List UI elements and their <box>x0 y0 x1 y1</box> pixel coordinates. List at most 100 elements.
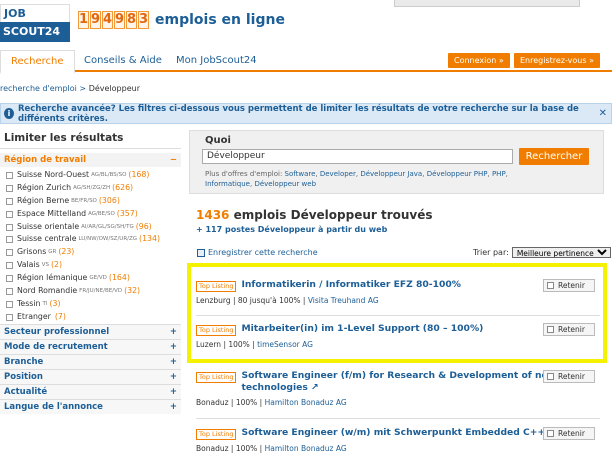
region-filter-label: Région de travail <box>4 155 87 165</box>
job-listing[interactable]: Top Listing Software Engineer (f/m) for R… <box>196 370 601 407</box>
save-job-button[interactable]: Retenir <box>543 370 595 383</box>
filter-langue[interactable]: Langue de l'annonce + <box>0 398 181 415</box>
region-item[interactable]: Etranger (7) <box>0 311 181 324</box>
checkbox[interactable] <box>6 262 13 270</box>
checkbox[interactable] <box>6 300 13 308</box>
save-job-button[interactable]: Retenir <box>543 279 595 292</box>
job-title[interactable]: Software Engineer (w/m) mit Schwerpunkt … <box>241 427 556 439</box>
expand-icon[interactable]: + <box>170 370 177 385</box>
region-label: Grisons <box>17 247 47 257</box>
region-filter-header[interactable]: Région de travail − <box>0 153 181 167</box>
save-job-button[interactable]: Retenir <box>543 323 595 336</box>
checkbox[interactable] <box>547 326 554 333</box>
counter-digits: 1 9 4 9 8 3 <box>78 11 149 29</box>
job-company[interactable]: Hamilton Bonaduz AG <box>265 398 347 407</box>
job-company[interactable]: Hamilton Bonaduz AG <box>265 444 347 453</box>
job-title[interactable]: Mitarbeiter(in) im 1-Level Support (80 –… <box>241 323 483 335</box>
job-location-rate: Lenzburg | 80 jusqu'à 100% | <box>196 296 308 305</box>
region-item[interactable]: Région Zurich AG/SH/ZG/ZH (626) <box>0 182 181 195</box>
checkbox[interactable] <box>6 223 13 231</box>
save-job-label: Retenir <box>558 325 585 334</box>
filter-label: Secteur professionnel <box>4 326 110 337</box>
collapse-icon[interactable]: − <box>170 153 177 167</box>
job-meta: Lenzburg | 80 jusqu'à 100% | Visita Treu… <box>196 296 601 305</box>
job-location-rate: Luzern | 100% | <box>196 340 258 349</box>
breadcrumb-link[interactable]: recherche d'emploi <box>0 84 77 93</box>
checkbox[interactable] <box>6 313 13 321</box>
region-item[interactable]: Grisons GR (23) <box>0 246 181 259</box>
expand-icon[interactable]: + <box>170 400 177 415</box>
close-icon[interactable]: ✕ <box>599 108 607 119</box>
region-item[interactable]: Tessin TI (3) <box>0 298 181 311</box>
region-item[interactable]: Suisse centrale LU/NW/OW/SZ/UR/ZG (134) <box>0 233 181 246</box>
suggest-link[interactable]: Informatique <box>205 180 250 188</box>
divider <box>196 418 600 419</box>
filter-branche[interactable]: Branche + <box>0 353 181 370</box>
tab-conseils-aide[interactable]: Conseils & Aide <box>74 50 172 72</box>
tab-mon-jobscout24[interactable]: Mon JobScout24 <box>166 50 267 72</box>
suggest-link[interactable]: PHP <box>492 170 506 178</box>
region-item[interactable]: Suisse Nord-Ouest AG/BL/BS/SO (168) <box>0 169 181 182</box>
checkbox[interactable] <box>547 282 554 289</box>
site-logo[interactable]: JOB SCOUT24 <box>0 4 70 42</box>
expand-icon[interactable]: + <box>170 340 177 355</box>
region-item[interactable]: Espace Mittelland AG/BE/SO (357) <box>0 208 181 221</box>
expand-icon[interactable]: + <box>170 355 177 370</box>
checkbox[interactable] <box>6 184 13 192</box>
tab-recherche[interactable]: Recherche <box>0 50 75 74</box>
checkbox[interactable] <box>6 171 13 179</box>
job-listing[interactable]: Top Listing Mitarbeiter(in) im 1-Level Su… <box>196 323 601 349</box>
filter-label: Branche <box>4 356 44 367</box>
job-title[interactable]: Informatikerin / Informatiker EFZ 80-100… <box>241 279 461 291</box>
checkbox[interactable] <box>6 249 13 257</box>
checkbox[interactable] <box>6 210 13 218</box>
save-search-link[interactable]: Enregistrer cette recherche <box>197 248 318 257</box>
register-button[interactable]: Enregistrez-vous » <box>514 53 600 68</box>
expand-icon[interactable]: + <box>170 325 177 340</box>
login-button[interactable]: Connexion » <box>448 53 510 68</box>
suggest-link[interactable]: Software <box>285 170 316 178</box>
suggest-link[interactable]: Développeur PHP <box>427 170 488 178</box>
checkbox[interactable] <box>6 197 13 205</box>
region-label: Espace Mittelland <box>17 208 87 218</box>
region-item[interactable]: Valais VS (2) <box>0 259 181 272</box>
region-cantons: AI/AR/GL/SG/SH/TG <box>81 223 134 230</box>
search-button[interactable]: Rechercher <box>519 148 589 165</box>
job-company[interactable]: Visita Treuhand AG <box>308 296 379 305</box>
region-cantons: TI <box>42 300 48 307</box>
checkbox[interactable] <box>547 430 554 437</box>
job-listing[interactable]: Top Listing Informatikerin / Informatiker… <box>196 279 601 305</box>
top-listing-badge: Top Listing <box>196 281 237 292</box>
region-count: (306) <box>98 195 120 205</box>
filter-actualite[interactable]: Actualité + <box>0 383 181 400</box>
save-job-button[interactable]: Retenir <box>543 427 595 440</box>
job-company[interactable]: timeSensor AG <box>257 340 313 349</box>
search-input[interactable]: Développeur <box>202 149 513 164</box>
checkbox[interactable] <box>6 236 13 244</box>
filter-mode-de-recrutement[interactable]: Mode de recrutement + <box>0 338 181 355</box>
checkbox[interactable] <box>6 287 13 295</box>
suggest-link[interactable]: Développeur Java <box>360 170 422 178</box>
checkbox[interactable] <box>6 275 13 283</box>
suggest-link[interactable]: Développeur web <box>254 180 316 188</box>
expand-icon[interactable]: + <box>170 385 177 400</box>
checkbox[interactable] <box>547 373 554 380</box>
job-meta: Luzern | 100% | timeSensor AG <box>196 340 601 349</box>
filter-position[interactable]: Position + <box>0 368 181 385</box>
region-item[interactable]: Région lémanique GE/VD (164) <box>0 272 181 285</box>
divider <box>196 315 600 316</box>
job-listing[interactable]: Top Listing Software Engineer (w/m) mit S… <box>196 427 601 453</box>
region-item[interactable]: Nord Romandie FR/JU/NE/BE/VD (32) <box>0 285 181 298</box>
info-text: Recherche avancée? Les filtres ci-dessou… <box>17 103 579 124</box>
region-item[interactable]: Suisse orientale AI/AR/GL/SG/SH/TG (96) <box>0 221 181 234</box>
sort-label: Trier par: <box>473 248 509 257</box>
region-count: (96) <box>135 221 152 231</box>
results-web-count[interactable]: + 117 postes Développeur à partir du web <box>196 225 387 234</box>
job-location-rate: Bonaduz | 100% | <box>196 444 265 453</box>
breadcrumb-current: Développeur <box>88 84 140 93</box>
sort-select[interactable]: Meilleure pertinence <box>511 247 611 258</box>
filter-secteur-professionnel[interactable]: Secteur professionnel + <box>0 323 181 340</box>
region-item[interactable]: Région Berne BE/FR/SO (306) <box>0 195 181 208</box>
save-search-label: Enregistrer cette recherche <box>208 248 318 257</box>
suggest-link[interactable]: Developer <box>320 170 356 178</box>
